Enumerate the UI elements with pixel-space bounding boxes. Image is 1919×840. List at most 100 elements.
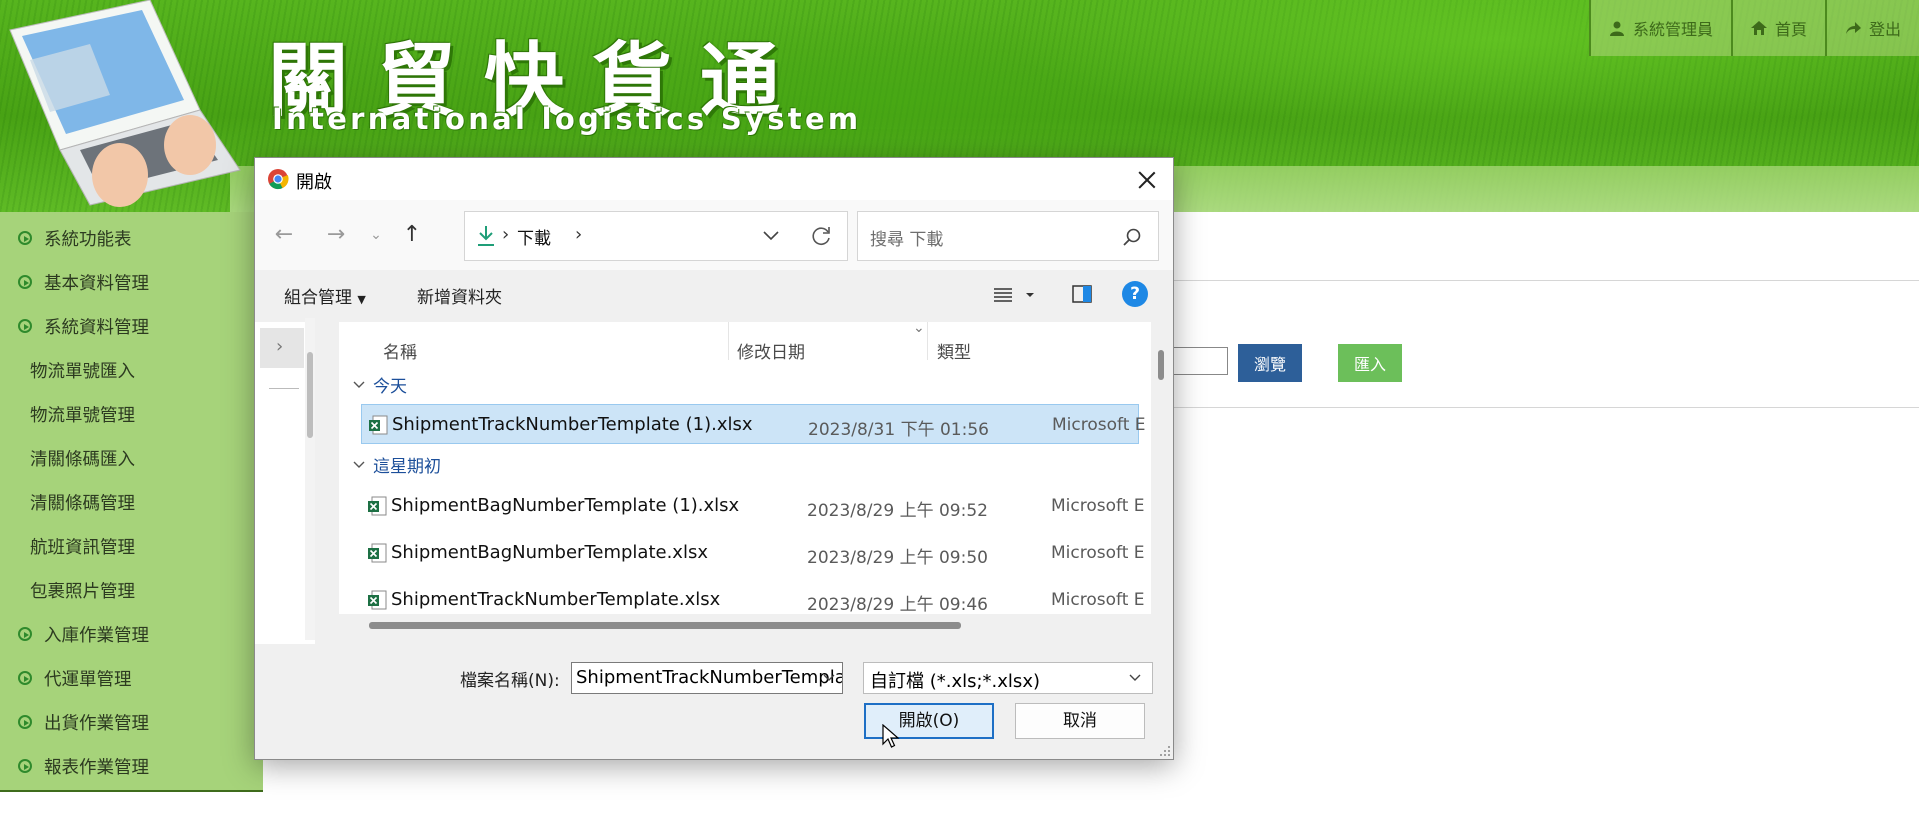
file-row[interactable]: ShipmentTrackNumberTemplate (1).xlsx 202…	[361, 404, 1146, 444]
preview-pane-icon[interactable]	[1071, 283, 1093, 305]
help-icon[interactable]: ?	[1122, 281, 1148, 307]
sidebar-item-label: 系統資料管理	[44, 317, 149, 338]
home-icon	[1750, 21, 1767, 35]
resize-grip-icon[interactable]	[1159, 745, 1171, 757]
circle-arrow-icon	[18, 715, 32, 729]
sidebar-item-barcode-manage[interactable]: 清關條碼管理	[0, 480, 293, 524]
hscroll-thumb[interactable]	[369, 622, 961, 629]
column-divider[interactable]	[728, 322, 729, 360]
file-type: Microsoft E	[1051, 496, 1145, 516]
group-header-early-week[interactable]: 這星期初	[353, 452, 441, 477]
chevron-down-icon[interactable]	[822, 671, 836, 685]
column-type-header[interactable]: 類型	[937, 338, 971, 363]
nav-logout-button[interactable]: 登出	[1824, 0, 1919, 56]
address-bar[interactable]: › 下載 ›	[464, 211, 848, 261]
cancel-button[interactable]: 取消	[1015, 703, 1145, 739]
filename-value: ShipmentTrackNumberTemplate (1).xlsx	[576, 667, 843, 688]
sidebar-item-tracking-import[interactable]: 物流單號匯入	[0, 348, 293, 392]
column-name-header[interactable]: 名稱	[383, 338, 417, 363]
search-box[interactable]: 搜尋 下載	[857, 211, 1159, 261]
file-list-vscrollbar[interactable]	[1151, 322, 1171, 634]
circle-arrow-icon	[18, 275, 32, 289]
column-divider[interactable]	[927, 322, 928, 360]
file-date: 2023/8/31 下午 01:56	[808, 420, 989, 440]
sidebar-item-system-menu[interactable]: 系統功能表	[0, 216, 281, 260]
file-type: Microsoft E	[1052, 415, 1146, 435]
browse-button[interactable]: 瀏覽	[1238, 344, 1302, 382]
file-date: 2023/8/29 上午 09:52	[807, 501, 988, 521]
sidebar-item-label: 清關條碼管理	[30, 493, 135, 514]
close-icon[interactable]	[1133, 166, 1161, 194]
up-arrow-icon[interactable]: ↑	[399, 222, 425, 248]
excel-file-icon	[368, 590, 387, 610]
sidebar-item-label: 基本資料管理	[44, 273, 149, 294]
top-nav: 系統管理員 首頁 登出	[1588, 0, 1919, 56]
user-icon	[1609, 21, 1624, 36]
file-list-hscrollbar[interactable]	[339, 614, 1151, 634]
file-name: ShipmentBagNumberTemplate.xlsx	[391, 542, 708, 563]
nav-scrollbar[interactable]	[305, 318, 315, 640]
circle-arrow-icon	[18, 231, 32, 245]
file-type: Microsoft E	[1051, 543, 1145, 563]
file-list: 名稱 ⌄ 修改日期 類型 今天 ShipmentTrackNumberTempl…	[339, 322, 1171, 634]
chevron-down-icon	[353, 381, 365, 388]
excel-file-icon	[369, 415, 388, 435]
organize-label: 組合管理	[284, 288, 352, 308]
app-subtitle: International logistics System	[272, 102, 862, 136]
search-icon	[1123, 228, 1141, 246]
dialog-toolbar: 組合管理 ▼ 新增資料夾 ?	[255, 270, 1173, 320]
sidebar-item-label: 航班資訊管理	[30, 537, 135, 558]
column-date-header[interactable]: 修改日期	[737, 338, 805, 363]
sidebar-item-parcel-photos[interactable]: 包裹照片管理	[0, 568, 293, 612]
sidebar-item-reports[interactable]: 報表作業管理	[0, 744, 281, 788]
sidebar-item-barcode-import[interactable]: 清關條碼匯入	[0, 436, 293, 480]
forward-arrow-icon[interactable]: →	[323, 222, 349, 248]
chevron-down-icon[interactable]	[760, 224, 782, 246]
filename-label: 檔案名稱(N):	[460, 671, 560, 691]
path-separator: ›	[575, 224, 583, 245]
chevron-down-icon	[353, 461, 365, 468]
group-label: 今天	[373, 377, 407, 397]
file-row[interactable]: ShipmentBagNumberTemplate (1).xlsx 2023/…	[361, 486, 1145, 526]
sidebar-item-inbound[interactable]: 入庫作業管理	[0, 612, 281, 656]
import-button[interactable]: 匯入	[1338, 344, 1402, 382]
file-type: Microsoft E	[1051, 590, 1145, 610]
new-folder-button[interactable]: 新增資料夾	[417, 283, 502, 308]
search-placeholder: 搜尋 下載	[870, 230, 944, 250]
filetype-select[interactable]: 自訂檔 (*.xls;*.xlsx)	[863, 662, 1153, 694]
nav-user-button[interactable]: 系統管理員	[1588, 0, 1731, 56]
sort-chevron-icon: ⌄	[913, 322, 925, 336]
sidebar-item-tracking-manage[interactable]: 物流單號管理	[0, 392, 293, 436]
sidebar-item-label: 系統功能表	[44, 229, 132, 250]
nav-scroll-thumb[interactable]	[307, 352, 313, 438]
sidebar-item-label: 物流單號管理	[30, 405, 135, 426]
nav-logout-label: 登出	[1868, 20, 1901, 39]
group-header-today[interactable]: 今天	[353, 372, 407, 397]
sidebar-item-waybill[interactable]: 代運單管理	[0, 656, 281, 700]
circle-arrow-icon	[18, 319, 32, 333]
nav-home-button[interactable]: 首頁	[1730, 0, 1825, 56]
nav-home-label: 首頁	[1774, 20, 1807, 39]
sidebar-item-flight-info[interactable]: 航班資訊管理	[0, 524, 293, 568]
sidebar-item-shipping[interactable]: 出貨作業管理	[0, 700, 281, 744]
sidebar-item-basic-data[interactable]: 基本資料管理	[0, 260, 281, 304]
view-options-icon[interactable]	[992, 282, 1036, 308]
nav-expand-button[interactable]: ›	[260, 328, 304, 368]
back-arrow-icon[interactable]: ←	[271, 222, 297, 248]
address-folder[interactable]: 下載	[517, 224, 551, 249]
sidebar-item-label: 出貨作業管理	[44, 713, 149, 734]
sidebar-item-label: 物流單號匯入	[30, 361, 135, 382]
filename-input[interactable]: ShipmentTrackNumberTemplate (1).xlsx	[571, 662, 843, 694]
organize-menu[interactable]: 組合管理 ▼	[284, 283, 366, 308]
path-separator: ›	[502, 224, 510, 245]
nav-divider	[269, 388, 299, 389]
recent-chevron-icon[interactable]: ⌄	[363, 222, 389, 248]
circle-arrow-icon	[18, 671, 32, 685]
chevron-right-icon: ›	[276, 336, 284, 357]
vscroll-thumb[interactable]	[1158, 350, 1164, 380]
sidebar-item-system-data[interactable]: 系統資料管理	[0, 304, 281, 348]
file-row[interactable]: ShipmentBagNumberTemplate.xlsx 2023/8/29…	[361, 533, 1145, 573]
refresh-icon[interactable]	[808, 223, 834, 249]
circle-arrow-icon	[18, 627, 32, 641]
file-date: 2023/8/29 上午 09:50	[807, 548, 988, 568]
